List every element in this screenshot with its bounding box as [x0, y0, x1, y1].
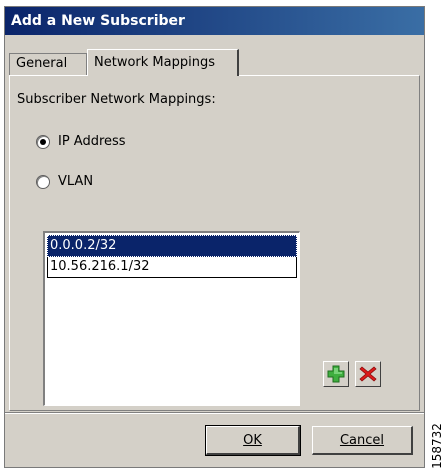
vlan-radio[interactable]: [36, 174, 50, 189]
vlan-label: VLAN: [58, 174, 94, 189]
separator: [5, 412, 424, 414]
add-subscriber-dialog: Add a New Subscriber General Network Map…: [4, 6, 425, 468]
figure-number: 158732: [428, 416, 446, 476]
section-label: Subscriber Network Mappings:: [17, 92, 216, 107]
plus-icon: [327, 365, 345, 383]
list-item[interactable]: 10.56.216.1/32: [47, 257, 297, 278]
mappings-list[interactable]: 0.0.0.2/32 10.56.216.1/32: [43, 231, 300, 406]
ip-address-radio-option[interactable]: IP Address: [36, 134, 126, 149]
dialog-title: Add a New Subscriber: [5, 7, 424, 35]
figure-number-text: 158732: [430, 423, 444, 469]
add-mapping-button[interactable]: [323, 361, 349, 387]
tab-general[interactable]: General: [9, 53, 87, 75]
tab-network-mappings[interactable]: Network Mappings: [87, 49, 239, 76]
vlan-radio-option[interactable]: VLAN: [36, 174, 93, 189]
ip-address-label: IP Address: [58, 134, 126, 149]
network-mappings-panel: Subscriber Network Mappings: IP Address …: [9, 75, 420, 411]
cancel-button[interactable]: Cancel: [312, 426, 413, 455]
list-item[interactable]: 0.0.0.2/32: [47, 235, 297, 257]
ok-button[interactable]: OK: [205, 425, 301, 456]
remove-mapping-button[interactable]: [355, 361, 381, 387]
x-icon: [359, 366, 377, 382]
ip-address-radio[interactable]: [36, 134, 50, 149]
